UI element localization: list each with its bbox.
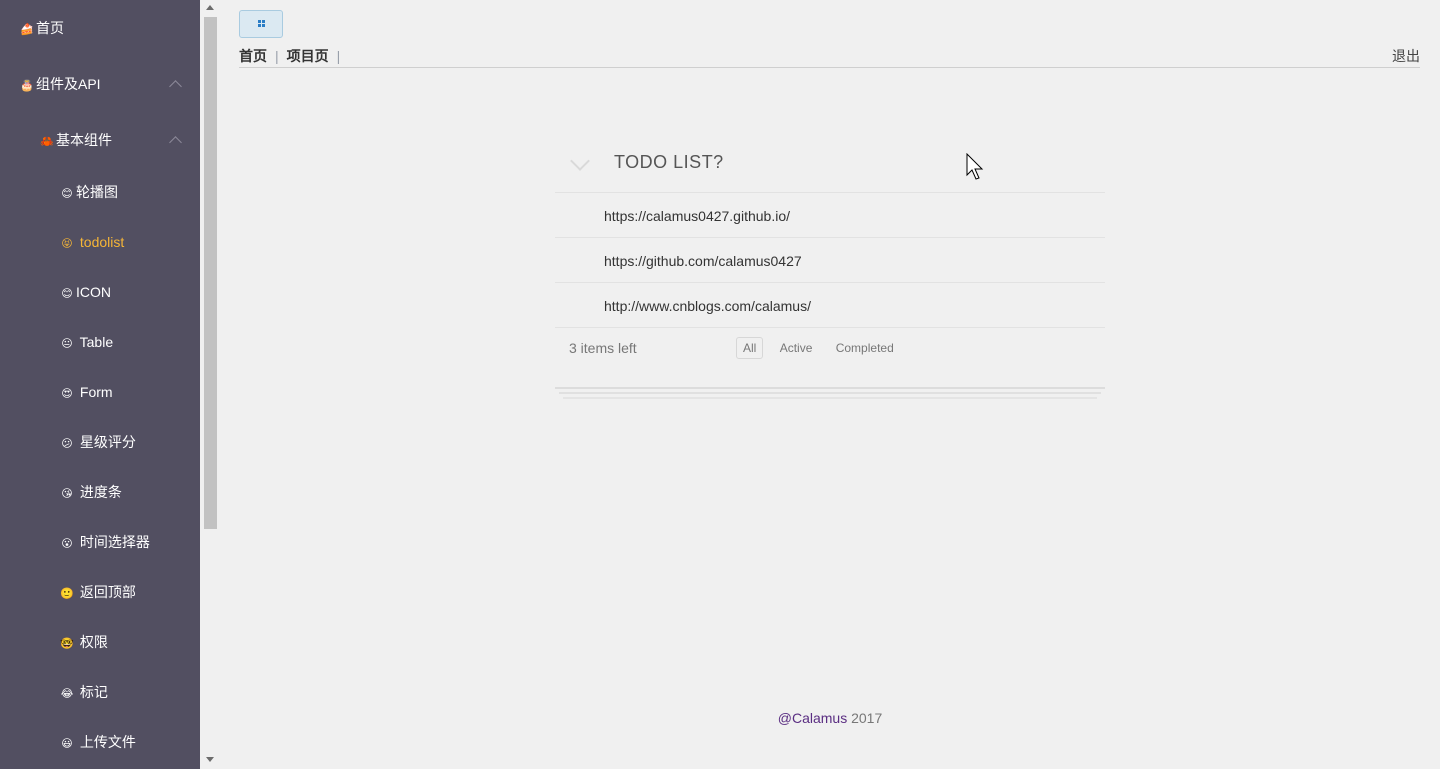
neutral-face-icon: 😐 bbox=[61, 338, 73, 350]
menu-toggle-button[interactable] bbox=[239, 10, 283, 38]
sidebar-item-label: Table bbox=[79, 334, 114, 350]
sidebar-item-permission[interactable]: 🤓 权限 bbox=[60, 630, 108, 654]
filter-active[interactable]: Active bbox=[773, 337, 820, 359]
grin-face-icon: 😃 bbox=[61, 738, 73, 750]
sidebar-item-upload[interactable]: 😃 上传文件 bbox=[60, 730, 136, 754]
sidebar-item-label: 标记 bbox=[79, 684, 108, 700]
sidebar-scrollbar[interactable] bbox=[200, 0, 220, 769]
toggle-all-chevron-icon[interactable] bbox=[570, 151, 590, 171]
breadcrumb: 首页 | 项目页 | bbox=[239, 46, 348, 66]
chevron-up-icon[interactable] bbox=[169, 136, 182, 149]
laughing-face-icon: 😂 bbox=[60, 688, 74, 700]
smile-icon: 😊 bbox=[61, 188, 73, 200]
todo-item[interactable]: http://www.cnblogs.com/calamus/ bbox=[555, 283, 1105, 328]
confused-face-icon: 😕 bbox=[61, 438, 73, 450]
sidebar-item-icon[interactable]: 😊 ICON bbox=[60, 280, 111, 304]
filter-completed[interactable]: Completed bbox=[829, 337, 901, 359]
slight-smile-icon: 🙂 bbox=[60, 588, 74, 600]
sidebar-item-progress[interactable]: 😘 进度条 bbox=[60, 480, 122, 504]
logout-link[interactable]: 退出 bbox=[1392, 46, 1420, 66]
filter-all[interactable]: All bbox=[736, 337, 764, 359]
sidebar-item-carousel[interactable]: 😊 轮播图 bbox=[60, 180, 118, 204]
scrollbar-thumb[interactable] bbox=[204, 17, 217, 529]
cake-icon: 🍰 bbox=[20, 24, 34, 36]
todo-item-text: https://calamus0427.github.io/ bbox=[604, 208, 791, 224]
sidebar-item-label: 星级评分 bbox=[79, 434, 136, 450]
breadcrumb-separator: | bbox=[336, 48, 341, 64]
surprised-face-icon: 😮 bbox=[61, 538, 73, 550]
scroll-down-arrow-icon[interactable] bbox=[206, 757, 214, 762]
todo-item[interactable]: https://github.com/calamus0427 bbox=[555, 238, 1105, 283]
chevron-up-icon[interactable] bbox=[169, 80, 182, 93]
sidebar-item-label: 基本组件 bbox=[56, 132, 112, 148]
sidebar-item-label: 进度条 bbox=[79, 484, 122, 500]
todo-item-text: http://www.cnblogs.com/calamus/ bbox=[604, 298, 811, 314]
sidebar-item-label: 时间选择器 bbox=[79, 534, 150, 550]
mouse-cursor-icon bbox=[966, 153, 984, 180]
smile-icon: 😊 bbox=[61, 288, 73, 300]
todo-header: TODO LIST? bbox=[555, 137, 1105, 193]
todo-item-text: https://github.com/calamus0427 bbox=[604, 253, 802, 269]
sidebar-item-label: Form bbox=[79, 384, 113, 400]
sidebar-item-label: todolist bbox=[79, 234, 125, 250]
heart-eyes-icon: 😍 bbox=[61, 388, 73, 400]
sidebar-item-back-to-top[interactable]: 🙂 返回顶部 bbox=[60, 580, 136, 604]
sidebar-item-label: ICON bbox=[76, 284, 111, 300]
tongue-face-icon: 😝 bbox=[61, 238, 73, 250]
todo-app: TODO LIST? https://calamus0427.github.io… bbox=[555, 137, 1105, 368]
items-left-count: 3 items left bbox=[569, 340, 637, 356]
sidebar-item-mark[interactable]: 😂 标记 bbox=[60, 680, 108, 704]
crab-icon: 🦀 bbox=[40, 136, 54, 148]
scroll-up-arrow-icon[interactable] bbox=[206, 5, 214, 10]
sidebar: 🍰 首页 🎂 组件及API 🦀 基本组件 😊 轮播图 😝 todolist 😊 ICON … bbox=[0, 0, 200, 769]
sidebar-item-home[interactable]: 🍰 首页 bbox=[20, 16, 64, 40]
todo-stack-edge bbox=[563, 397, 1097, 399]
sidebar-item-time-picker[interactable]: 😮 时间选择器 bbox=[60, 530, 150, 554]
header-divider bbox=[239, 67, 1420, 68]
todo-footer: 3 items left All Active Completed bbox=[555, 328, 1105, 368]
breadcrumb-project-link[interactable]: 项目页 bbox=[287, 46, 329, 66]
sidebar-item-label: 组件及API bbox=[36, 76, 101, 92]
sidebar-item-components-api[interactable]: 🎂 组件及API bbox=[20, 72, 101, 96]
page-footer: @Calamus 2017 bbox=[0, 710, 1440, 726]
footer-year: 2017 bbox=[851, 710, 883, 726]
sidebar-item-todolist[interactable]: 😝 todolist bbox=[60, 230, 124, 254]
birthday-cake-icon: 🎂 bbox=[20, 80, 34, 92]
sidebar-item-label: 轮播图 bbox=[76, 184, 118, 200]
sidebar-item-label: 返回顶部 bbox=[79, 584, 136, 600]
sidebar-item-form[interactable]: 😍 Form bbox=[60, 380, 113, 404]
nerd-face-icon: 🤓 bbox=[60, 638, 74, 650]
breadcrumb-home-link[interactable]: 首页 bbox=[239, 46, 267, 66]
sidebar-item-label: 上传文件 bbox=[79, 734, 136, 750]
sidebar-item-basic-components[interactable]: 🦀 基本组件 bbox=[40, 128, 112, 152]
sidebar-item-star-rating[interactable]: 😕 星级评分 bbox=[60, 430, 136, 454]
todo-stack-edge bbox=[555, 387, 1105, 389]
sidebar-item-label: 首页 bbox=[36, 20, 64, 36]
author-link[interactable]: @Calamus bbox=[778, 710, 847, 726]
todo-title: TODO LIST? bbox=[614, 152, 724, 172]
kiss-face-icon: 😘 bbox=[61, 488, 73, 500]
todo-item[interactable]: https://calamus0427.github.io/ bbox=[555, 193, 1105, 238]
sidebar-item-label: 权限 bbox=[79, 634, 108, 650]
todo-stack-edge bbox=[559, 392, 1101, 394]
todo-filters: All Active Completed bbox=[736, 337, 907, 359]
breadcrumb-separator: | bbox=[275, 48, 279, 64]
sidebar-item-table[interactable]: 😐 Table bbox=[60, 330, 113, 354]
